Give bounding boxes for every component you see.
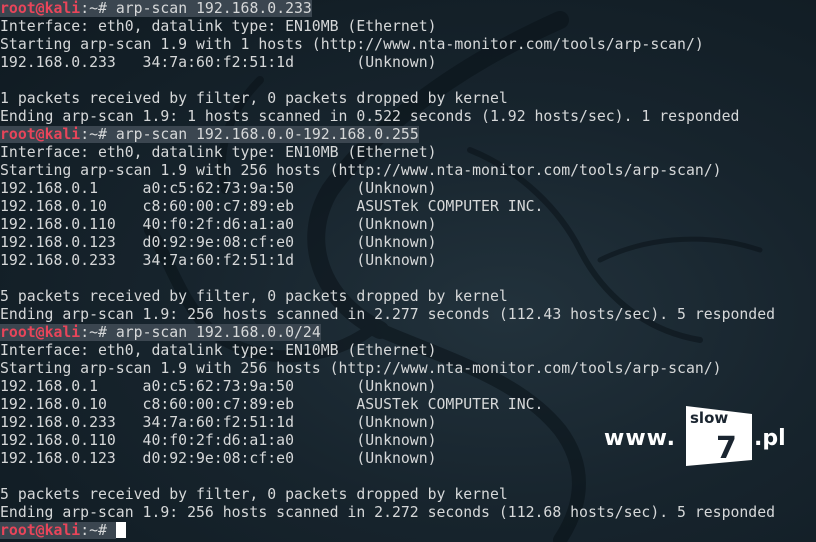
prompt-line: root@kali:~# arp-scan 192.168.0.0/24 — [0, 324, 816, 342]
prompt-host: kali — [44, 522, 81, 539]
output-line: 192.168.0.123 d0:92:9e:08:cf:e0 (Unknown… — [0, 234, 437, 251]
prompt-highlight: root@kali:~# — [0, 522, 116, 539]
prompt-user: root — [0, 522, 36, 539]
text-cursor — [115, 522, 126, 538]
output-line: 192.168.0.110 40:f0:2f:d6:a1:a0 (Unknown… — [0, 216, 437, 233]
prompt-path: :~# — [80, 126, 116, 143]
output-line: 1 packets received by filter, 0 packets … — [0, 90, 508, 107]
prompt-user: root — [0, 0, 36, 17]
prompt-at: @ — [35, 324, 45, 341]
output-line: Starting arp-scan 1.9 with 256 hosts (ht… — [0, 360, 722, 377]
output-line: Ending arp-scan 1.9: 256 hosts scanned i… — [0, 504, 776, 521]
output-line: 192.168.0.1 a0:c5:62:73:9a:50 (Unknown) — [0, 180, 437, 197]
output-line: 5 packets received by filter, 0 packets … — [0, 486, 508, 503]
watermark-number: 7 — [716, 431, 737, 466]
prompt-host: kali — [44, 126, 81, 143]
prompt-at: @ — [35, 0, 45, 17]
prompt-host: kali — [44, 0, 81, 17]
prompt-user: root — [0, 126, 36, 143]
prompt-user: root — [0, 324, 36, 341]
output-line: 192.168.0.233 34:7a:60:f2:51:1d (Unknown… — [0, 252, 437, 269]
output-line: Starting arp-scan 1.9 with 256 hosts (ht… — [0, 162, 722, 179]
output-line: 192.168.0.1 a0:c5:62:73:9a:50 (Unknown) — [0, 378, 437, 395]
prompt-at: @ — [35, 126, 45, 143]
watermark-www: www. — [604, 426, 676, 451]
prompt-host: kali — [44, 324, 81, 341]
command-text: arp-scan 192.168.0.233 — [115, 0, 312, 17]
output-line: Interface: eth0, datalink type: EN10MB (… — [0, 144, 437, 161]
prompt-at: @ — [35, 522, 45, 539]
prompt-highlight: root@kali:~# arp-scan 192.168.0.0/24 — [0, 324, 321, 341]
output-line: 192.168.0.233 34:7a:60:f2:51:1d (Unknown… — [0, 54, 437, 71]
slow7-watermark: www. slow 7 .pl — [604, 404, 804, 470]
output-line: Interface: eth0, datalink type: EN10MB (… — [0, 18, 437, 35]
active-prompt-line: root@kali:~# — [0, 522, 816, 540]
terminal-window[interactable]: root@kali:~# arp-scan 192.168.0.233 Inter… — [0, 0, 816, 542]
prompt-highlight: root@kali:~# arp-scan 192.168.0.0-192.16… — [0, 126, 419, 143]
prompt-path: :~# — [80, 0, 116, 17]
prompt-path: :~# — [80, 522, 116, 539]
output-line: 192.168.0.10 c8:60:00:c7:89:eb ASUSTek C… — [0, 198, 544, 215]
prompt-highlight: root@kali:~# arp-scan 192.168.0.233 — [0, 0, 312, 17]
watermark-top: slow — [690, 409, 728, 427]
command-text: arp-scan 192.168.0.0/24 — [115, 324, 321, 341]
watermark-tld: .pl — [754, 426, 786, 451]
prompt-line: root@kali:~# arp-scan 192.168.0.233 — [0, 0, 816, 18]
slow7-logo-icon: slow 7 — [686, 406, 752, 466]
output-line: 5 packets received by filter, 0 packets … — [0, 288, 508, 305]
output-line: Interface: eth0, datalink type: EN10MB (… — [0, 342, 437, 359]
command-text: arp-scan 192.168.0.0-192.168.0.255 — [115, 126, 419, 143]
output-line: Ending arp-scan 1.9: 256 hosts scanned i… — [0, 306, 776, 323]
output-line: Starting arp-scan 1.9 with 1 hosts (http… — [0, 36, 704, 53]
output-line: Ending arp-scan 1.9: 1 hosts scanned in … — [0, 108, 740, 125]
prompt-path: :~# — [80, 324, 116, 341]
prompt-line: root@kali:~# arp-scan 192.168.0.0-192.16… — [0, 126, 816, 144]
